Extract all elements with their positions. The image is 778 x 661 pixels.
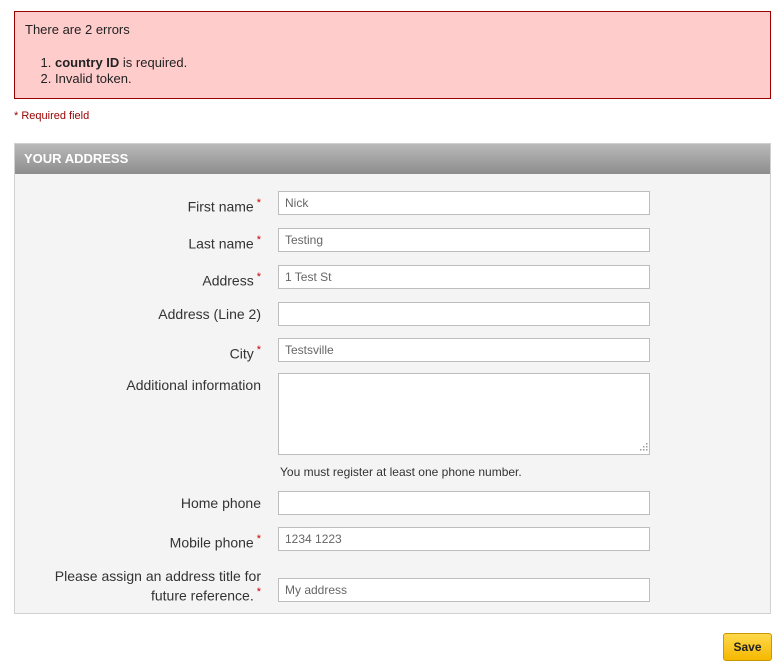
required-star: * — [256, 586, 261, 598]
additional-info-label: Additional information — [126, 377, 261, 393]
mobile-phone-input[interactable] — [278, 527, 650, 551]
save-button[interactable]: Save — [723, 633, 772, 661]
home-phone-label: Home phone — [180, 495, 261, 511]
first-name-input[interactable] — [278, 191, 650, 215]
required-star: * — [256, 271, 261, 283]
address-input[interactable] — [278, 265, 650, 289]
last-name-input[interactable] — [278, 228, 650, 252]
error-title: There are 2 errors — [25, 22, 130, 37]
additional-info-textarea[interactable] — [278, 373, 650, 455]
city-label: City — [229, 345, 254, 362]
mobile-phone-label: Mobile phone — [169, 534, 254, 551]
last-name-label: Last name — [188, 235, 254, 252]
address-label: Address — [202, 272, 254, 289]
error-message: is required. — [119, 55, 188, 70]
city-input[interactable] — [278, 338, 650, 362]
error-item: country ID is required. — [55, 55, 760, 71]
first-name-label: First name — [187, 198, 254, 215]
required-field-note: * Required field — [14, 110, 90, 122]
required-star: * — [256, 533, 261, 545]
address-form-panel: Your address First name* Last name* Addr… — [14, 143, 771, 614]
required-star: * — [256, 234, 261, 246]
address-alias-label-line2: future reference. — [150, 587, 254, 604]
panel-title: Your address — [15, 144, 770, 174]
required-star: * — [256, 197, 261, 209]
address2-input[interactable] — [278, 302, 650, 326]
phone-requirement-hint: You must register at least one phone num… — [280, 465, 522, 479]
required-star: * — [256, 344, 261, 356]
address-alias-input[interactable] — [278, 578, 650, 602]
error-alert: There are 2 errors country ID is require… — [14, 11, 771, 99]
error-message: Invalid token. — [55, 71, 132, 86]
resize-grip-icon[interactable] — [638, 441, 648, 451]
address-alias-label-line1: Please assign an address title for — [54, 568, 261, 584]
error-list: country ID is required. Invalid token. — [25, 55, 760, 87]
error-field-name: country ID — [55, 55, 120, 70]
home-phone-input[interactable] — [278, 491, 650, 515]
address2-label: Address (Line 2) — [158, 306, 261, 322]
error-item: Invalid token. — [55, 71, 760, 87]
